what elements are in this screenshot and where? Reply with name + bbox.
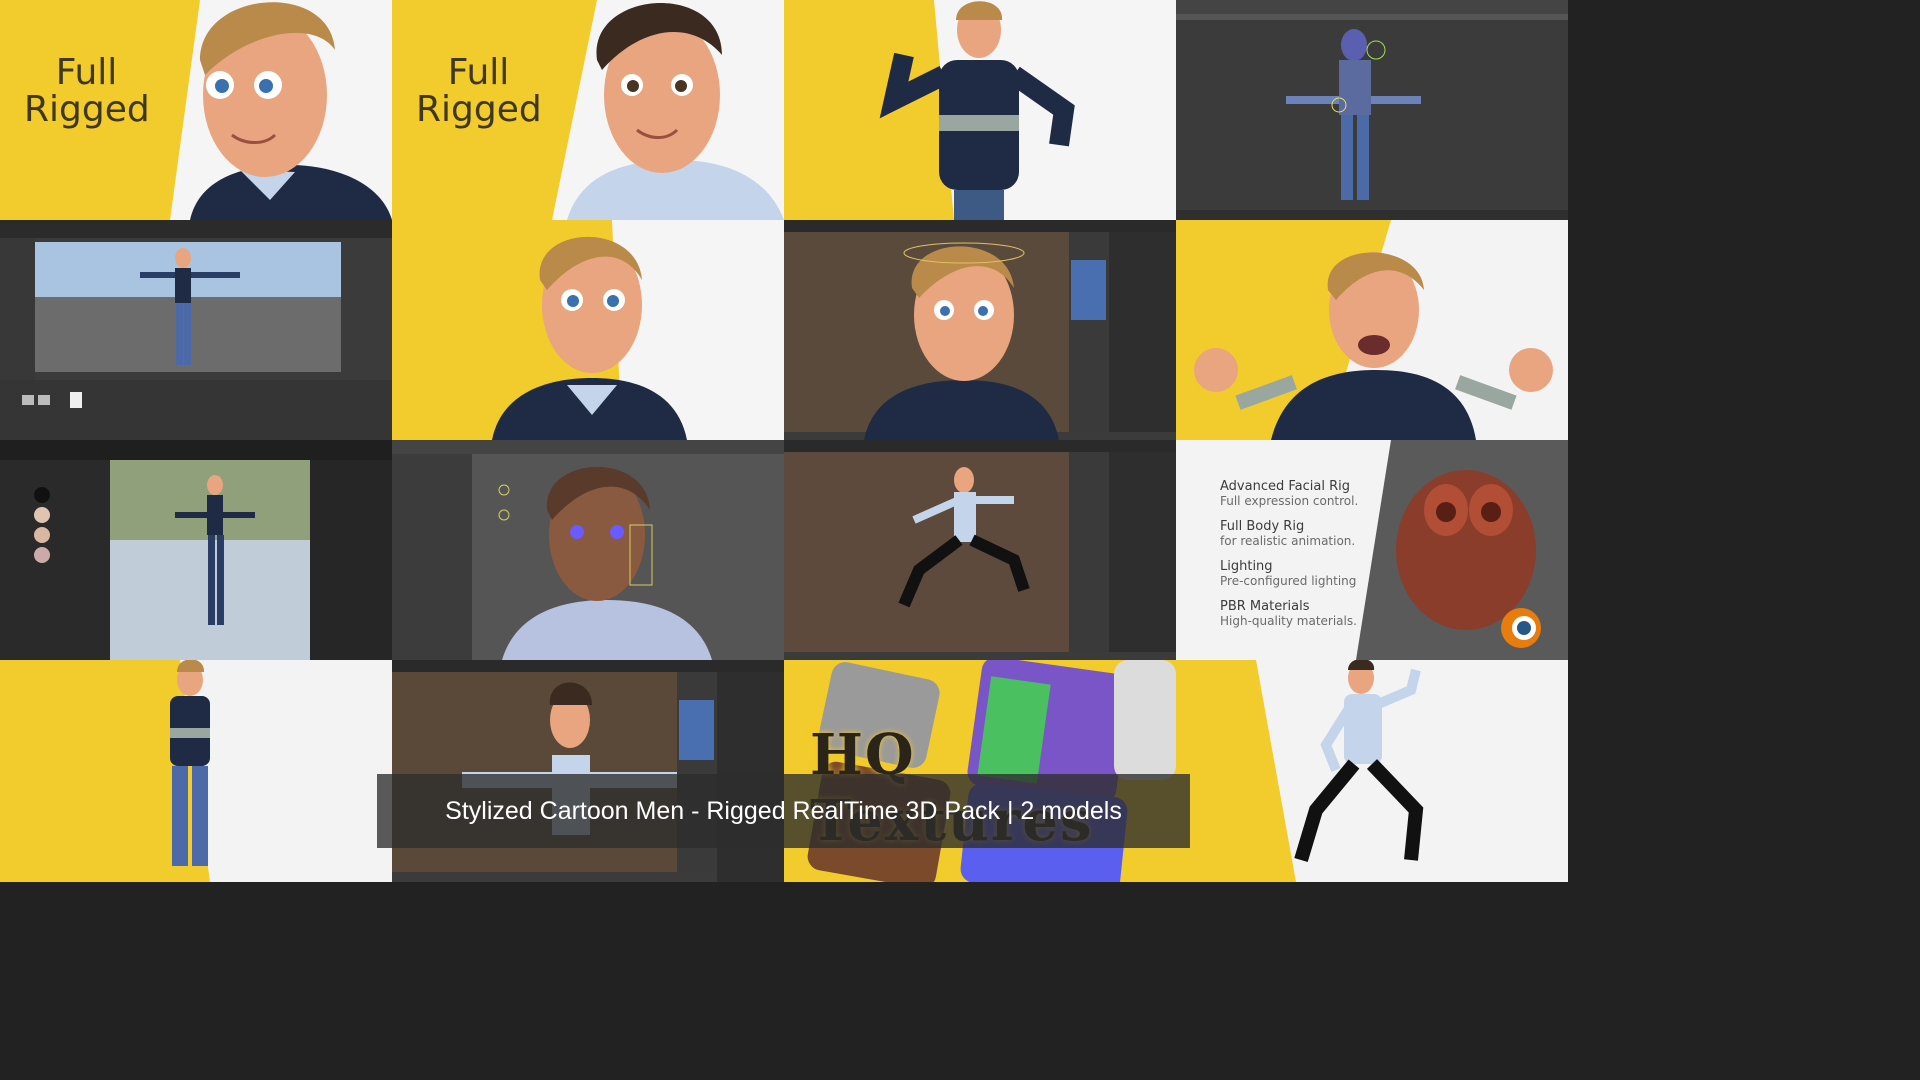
promo-text-2: Full Rigged	[416, 52, 542, 130]
character-standing-illustration	[0, 660, 210, 882]
product-caption: Stylized Cartoon Men - Rigged RealTime 3…	[377, 774, 1190, 848]
maya-rig-viewport	[1176, 0, 1568, 220]
unity-editor-screenshot	[0, 220, 392, 440]
blender-tpose-viewport	[392, 660, 784, 882]
blender-face-rig-viewport	[784, 220, 1176, 440]
feature-subtitle: Full expression control.	[1220, 494, 1359, 508]
character-running-illustration	[879, 0, 1176, 220]
textures-tile: HQ Textures	[784, 660, 1176, 882]
character-portrait-tile	[392, 220, 784, 440]
promo-line1: Full	[447, 52, 510, 93]
promo-tile-full-rigged-1: Full Rigged	[0, 0, 392, 220]
features-tile: Advanced Facial Rig Full expression cont…	[1176, 440, 1568, 660]
character-jump-illustration	[1176, 660, 1424, 882]
feature-title: Lighting	[1220, 559, 1273, 574]
promo-text-1: Full Rigged	[24, 52, 150, 130]
maya-wireframe-tile	[392, 440, 784, 660]
feature-title: PBR Materials	[1220, 599, 1310, 614]
feature-subtitle: Pre-configured lighting	[1220, 574, 1357, 588]
promo-tile-full-rigged-2: Full Rigged	[392, 0, 784, 220]
unreal-editor-screenshot	[0, 440, 392, 660]
feature-list: Advanced Facial Rig Full expression cont…	[1220, 468, 1358, 628]
feature-title: Advanced Facial Rig	[1220, 479, 1350, 494]
feature-subtitle: for realistic animation.	[1220, 534, 1356, 548]
character-excited-illustration	[1176, 220, 1553, 440]
character-excited-tile	[1176, 220, 1568, 440]
feature-title: Full Body Rig	[1220, 519, 1305, 534]
blender-face-rig-tile	[784, 220, 1176, 440]
blender-pose-tile	[784, 440, 1176, 660]
blender-tpose-tile	[392, 660, 784, 882]
character-jump-tile	[1176, 660, 1568, 882]
maya-viewport-tile	[1176, 0, 1568, 220]
unreal-editor-tile	[0, 440, 392, 660]
blender-pose-viewport	[784, 440, 1176, 652]
promo-line2: Rigged	[416, 89, 542, 130]
character-standing-tile	[0, 660, 392, 882]
maya-wireframe-viewport	[392, 440, 784, 660]
promo-line2: Rigged	[24, 89, 150, 130]
unity-editor-tile	[0, 220, 392, 440]
preview-collage: Full Rigged Full Rigged Advanced Facial …	[0, 0, 1568, 882]
character-portrait-illustration	[492, 220, 784, 440]
feature-subtitle: High-quality materials.	[1220, 614, 1357, 628]
character-pose-tile	[784, 0, 1176, 220]
promo-line1: Full	[55, 52, 118, 93]
